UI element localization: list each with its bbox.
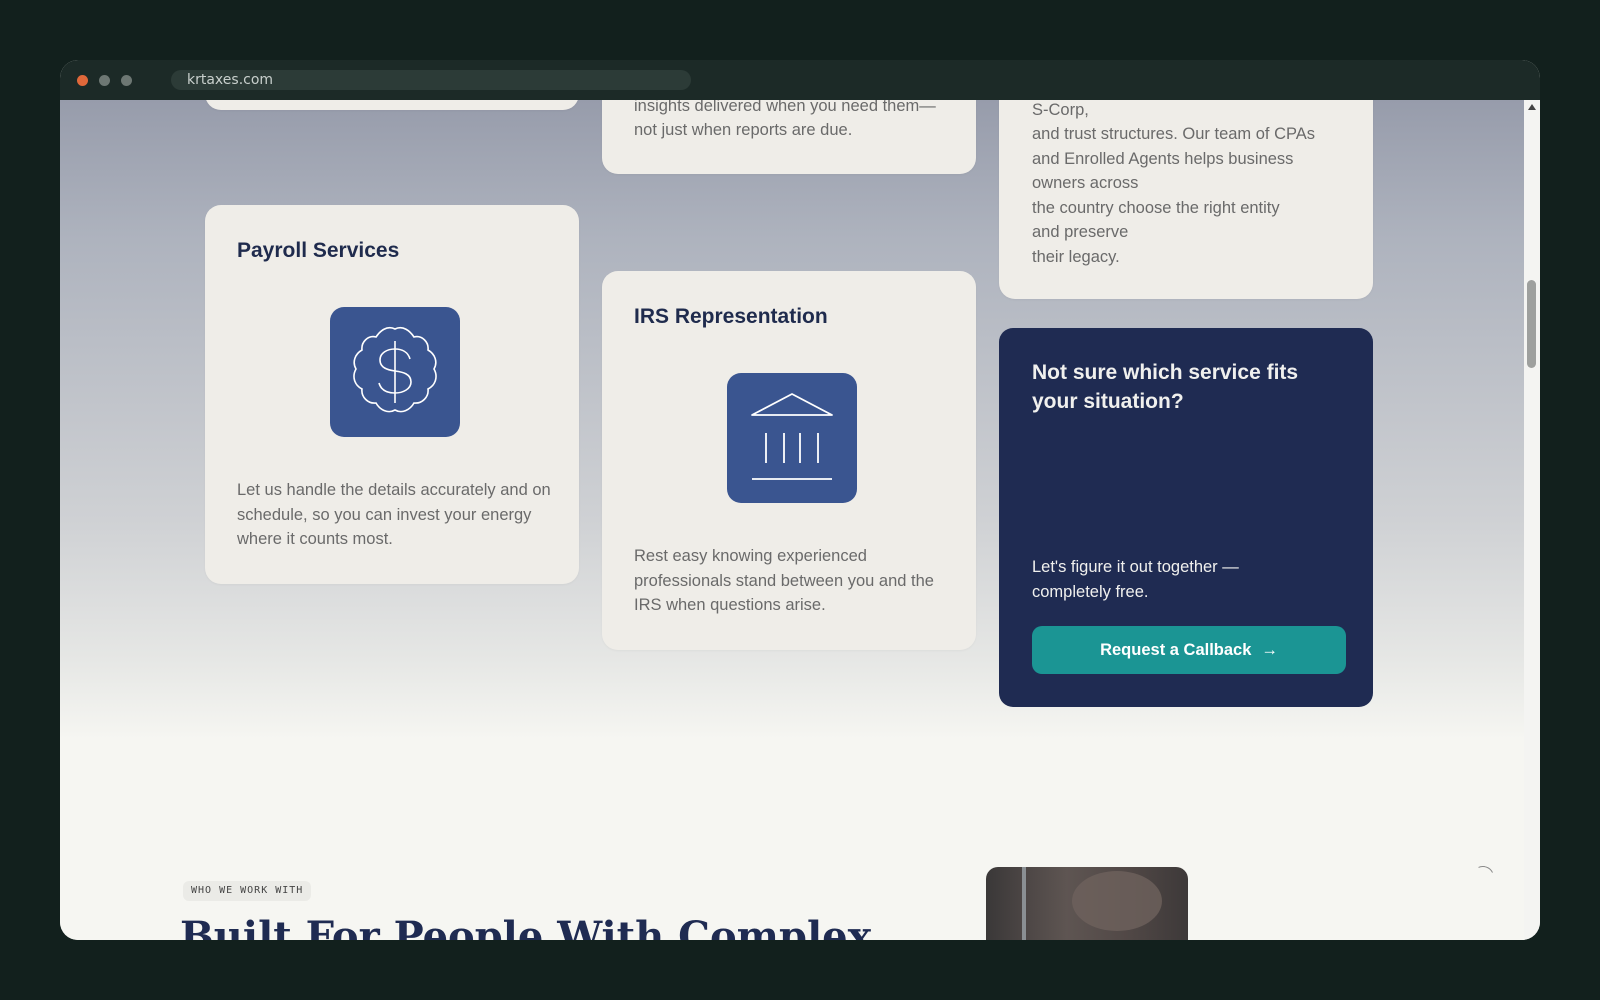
service-card-entity: S-Corp, and trust structures. Our team o…: [999, 100, 1373, 299]
service-card-irs[interactable]: IRS Representation Rest easy knowing exp…: [602, 271, 976, 650]
entity-desc-line: and trust structures. Our team of CPAs: [1032, 125, 1316, 143]
photo-detail: [1072, 871, 1162, 931]
arrow-right-icon: →: [1261, 641, 1278, 659]
service-card-top-left: [205, 100, 579, 110]
advisory-desc-line1: insights delivered when you need them—: [634, 100, 936, 115]
service-card-payroll[interactable]: Payroll Services Let us handle the detai…: [205, 205, 579, 584]
entity-desc-line: the country choose the right entity: [1032, 199, 1280, 217]
page-scrollbar[interactable]: [1524, 100, 1540, 940]
entity-desc-line: S-Corp,: [1032, 101, 1089, 119]
section-heading: Built For People With Complex: [180, 913, 872, 940]
entity-desc-line: and preserve: [1032, 223, 1129, 241]
page-viewport: insights delivered when you need them— n…: [60, 100, 1524, 940]
cta-title: Not sure which service fits your situati…: [1032, 361, 1299, 413]
dollar-badge-icon: [330, 307, 460, 437]
client-photo: [986, 867, 1188, 940]
minimize-window-dot[interactable]: [99, 75, 110, 86]
payroll-desc: Let us handle the details accurately and…: [237, 481, 551, 548]
callback-cta-card: Not sure which service fits your situati…: [999, 328, 1373, 707]
scroll-up-arrow-icon[interactable]: [1528, 104, 1536, 110]
request-callback-button[interactable]: Request a Callback →: [1032, 626, 1346, 674]
maximize-window-dot[interactable]: [121, 75, 132, 86]
irs-title: IRS Representation: [634, 305, 828, 328]
irs-desc: Rest easy knowing experienced profession…: [634, 547, 934, 614]
loading-spinner-icon: [1468, 862, 1498, 892]
address-bar[interactable]: krtaxes.com: [171, 70, 691, 90]
section-badge: WHO WE WORK WITH: [183, 881, 312, 901]
browser-titlebar: krtaxes.com: [60, 60, 1540, 100]
request-callback-label: Request a Callback: [1100, 641, 1252, 659]
entity-desc-line: and Enrolled Agents helps business: [1032, 150, 1294, 168]
entity-desc-line: owners across: [1032, 174, 1139, 192]
service-card-advisory: insights delivered when you need them— n…: [602, 100, 976, 174]
entity-desc-line: their legacy.: [1032, 248, 1120, 266]
close-window-dot[interactable]: [77, 75, 88, 86]
cta-subtitle: Let's figure it out together — completel…: [1032, 558, 1239, 601]
bank-building-icon: [727, 373, 857, 503]
payroll-title: Payroll Services: [237, 239, 400, 262]
browser-window: krtaxes.com insights delivered when you …: [60, 60, 1540, 940]
photo-detail: [1022, 867, 1026, 940]
advisory-desc-line2: not just when reports are due.: [634, 121, 853, 139]
scrollbar-thumb[interactable]: [1527, 280, 1536, 368]
